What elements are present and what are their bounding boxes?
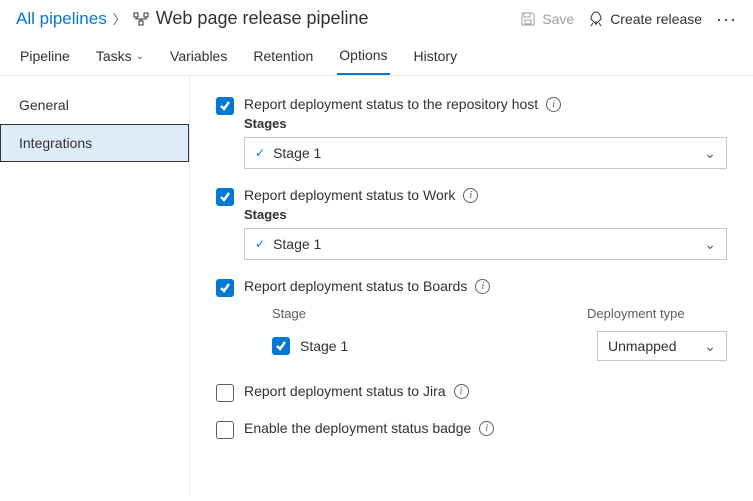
label-badge: Enable the deployment status badge: [244, 420, 471, 436]
more-actions-button[interactable]: ···: [716, 14, 737, 24]
checkbox-stage-row[interactable]: [272, 337, 290, 355]
options-sidebar: General Integrations: [0, 76, 190, 496]
checkbox-jira[interactable]: [216, 384, 234, 402]
sidebar-item-integrations[interactable]: Integrations: [0, 124, 189, 162]
chevron-down-icon: ⌄: [136, 51, 144, 62]
stages-label: Stages: [244, 116, 727, 131]
boards-stage-row: Stage 1 Unmapped ⌄: [244, 327, 727, 365]
check-icon: ✓: [255, 146, 265, 160]
chevron-down-icon: ⌄: [704, 236, 716, 253]
chevron-right-icon: 〉: [113, 9, 126, 28]
save-button: Save: [520, 11, 574, 27]
tab-variables[interactable]: Variables: [168, 43, 229, 75]
label-jira: Report deployment status to Jira: [244, 383, 446, 399]
stage-name: Stage 1: [300, 338, 348, 354]
integrations-panel: Report deployment status to the reposito…: [190, 76, 753, 496]
stages-label: Stages: [244, 207, 727, 222]
checkbox-boards[interactable]: [216, 279, 234, 297]
tab-pipeline[interactable]: Pipeline: [18, 43, 72, 75]
column-header-stage: Stage: [272, 306, 587, 321]
checkbox-repo-host[interactable]: [216, 97, 234, 115]
check-icon: ✓: [255, 237, 265, 251]
info-icon[interactable]: i: [475, 279, 490, 294]
stages-dropdown-work[interactable]: ✓Stage 1 ⌄: [244, 228, 727, 260]
info-icon[interactable]: i: [546, 97, 561, 112]
tab-retention[interactable]: Retention: [251, 43, 315, 75]
stages-dropdown-repo-host[interactable]: ✓Stage 1 ⌄: [244, 137, 727, 169]
info-icon[interactable]: i: [463, 188, 478, 203]
checkbox-badge[interactable]: [216, 421, 234, 439]
tab-options[interactable]: Options: [337, 43, 389, 75]
label-work: Report deployment status to Work: [244, 187, 455, 203]
checkbox-work[interactable]: [216, 188, 234, 206]
create-release-button[interactable]: Create release: [588, 11, 702, 27]
label-boards: Report deployment status to Boards: [244, 278, 467, 294]
chevron-down-icon: ⌄: [704, 145, 716, 162]
save-icon: [520, 11, 536, 27]
breadcrumb-root-link[interactable]: All pipelines: [16, 9, 107, 29]
pipeline-tabs: Pipeline Tasks⌄ Variables Retention Opti…: [0, 35, 753, 76]
pipeline-icon: [132, 10, 150, 28]
deployment-type-select[interactable]: Unmapped ⌄: [597, 331, 727, 361]
breadcrumb-bar: All pipelines 〉 Web page release pipelin…: [0, 0, 753, 35]
tab-tasks[interactable]: Tasks⌄: [94, 43, 146, 75]
rocket-icon: [588, 11, 604, 27]
info-icon[interactable]: i: [479, 421, 494, 436]
label-repo-host: Report deployment status to the reposito…: [244, 96, 538, 112]
chevron-down-icon: ⌄: [704, 338, 716, 355]
sidebar-item-general[interactable]: General: [0, 86, 189, 124]
tab-history[interactable]: History: [412, 43, 460, 75]
column-header-deployment-type: Deployment type: [587, 306, 727, 321]
info-icon[interactable]: i: [454, 384, 469, 399]
pipeline-title: Web page release pipeline: [156, 8, 369, 29]
